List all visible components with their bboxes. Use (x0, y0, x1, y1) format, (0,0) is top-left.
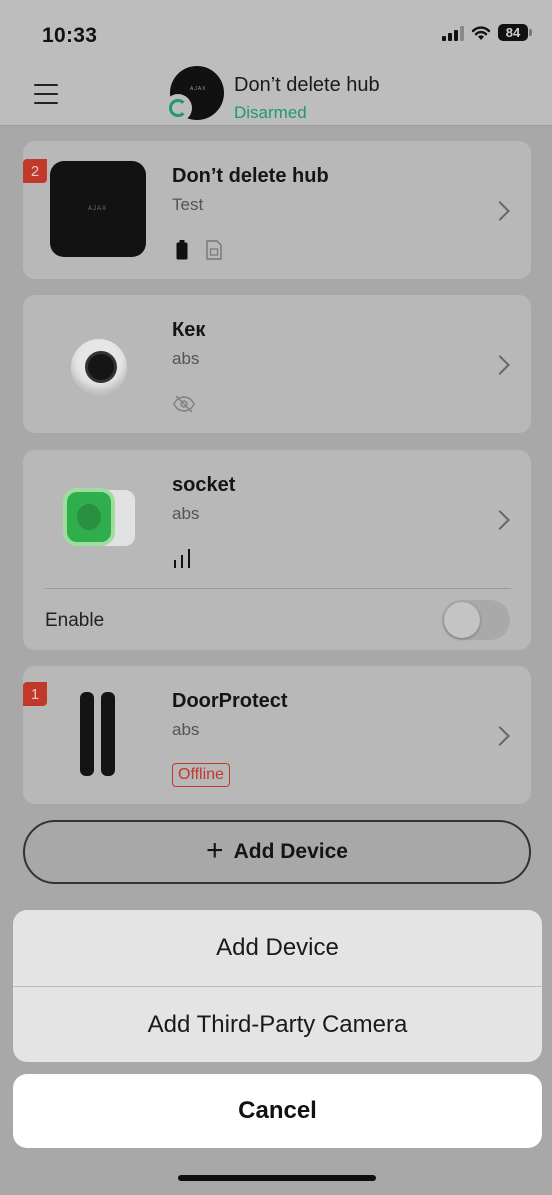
battery-icon: 84 (498, 24, 532, 41)
action-add-device[interactable]: Add Device (13, 910, 542, 986)
alert-count-badge: 2 (23, 159, 47, 183)
chevron-right-icon (490, 726, 510, 746)
app-header: AJAX Don’t delete hub Disarmed (0, 66, 552, 126)
camera-device-image (71, 339, 127, 395)
chevron-right-icon (490, 201, 510, 221)
add-device-label: Add Device (233, 840, 348, 863)
cellular-signal-icon (442, 25, 464, 41)
device-card-camera[interactable]: Кек abs (23, 295, 531, 433)
socket-device-image (63, 486, 137, 550)
sim-card-icon (206, 240, 222, 260)
menu-icon[interactable] (34, 84, 58, 104)
signal-strength-icon (174, 549, 190, 568)
alert-count-badge: 1 (23, 682, 47, 706)
device-name: Don’t delete hub (172, 165, 329, 187)
device-name: Кек (172, 319, 206, 341)
header-hub-state: Disarmed (234, 103, 307, 122)
device-room: abs (172, 720, 200, 739)
home-indicator[interactable] (178, 1175, 376, 1181)
status-bar: 10:33 84 (0, 0, 552, 66)
battery-status-icon (176, 240, 188, 260)
offline-status-badge: Offline (172, 763, 230, 787)
device-room: abs (172, 349, 200, 368)
status-icons: 84 (442, 24, 532, 41)
screen: 10:33 84 AJAX Don’t delete hub Disarmed … (0, 0, 552, 1195)
device-card-doorprotect[interactable]: 1 DoorProtect abs Offline (23, 666, 531, 804)
doorprotect-device-image (79, 692, 117, 776)
card-divider (45, 588, 511, 589)
device-room: abs (172, 504, 200, 523)
device-card-hub[interactable]: AJAX 2 Don’t delete hub Test (23, 141, 531, 279)
device-name: DoorProtect (172, 690, 288, 712)
header-hub-name[interactable]: Don’t delete hub (234, 74, 380, 97)
plus-icon: + (206, 833, 224, 867)
enable-label: Enable (45, 610, 105, 631)
enable-toggle[interactable] (442, 600, 510, 640)
eye-off-icon (173, 395, 195, 413)
cancel-button[interactable]: Cancel (13, 1074, 542, 1148)
add-device-button[interactable]: + Add Device (23, 820, 531, 884)
action-add-third-party-camera[interactable]: Add Third-Party Camera (13, 987, 542, 1062)
device-name: socket (172, 474, 236, 496)
hub-device-image: AJAX (50, 161, 146, 257)
chevron-right-icon (490, 355, 510, 375)
loading-spinner-icon (164, 94, 192, 122)
chevron-right-icon (490, 510, 510, 530)
device-room: Test (172, 195, 204, 214)
wifi-icon (471, 25, 491, 40)
action-sheet: Add Device Add Third-Party Camera (13, 910, 542, 1062)
device-card-socket[interactable]: socket abs Enable (23, 450, 531, 650)
status-time: 10:33 (42, 24, 98, 47)
